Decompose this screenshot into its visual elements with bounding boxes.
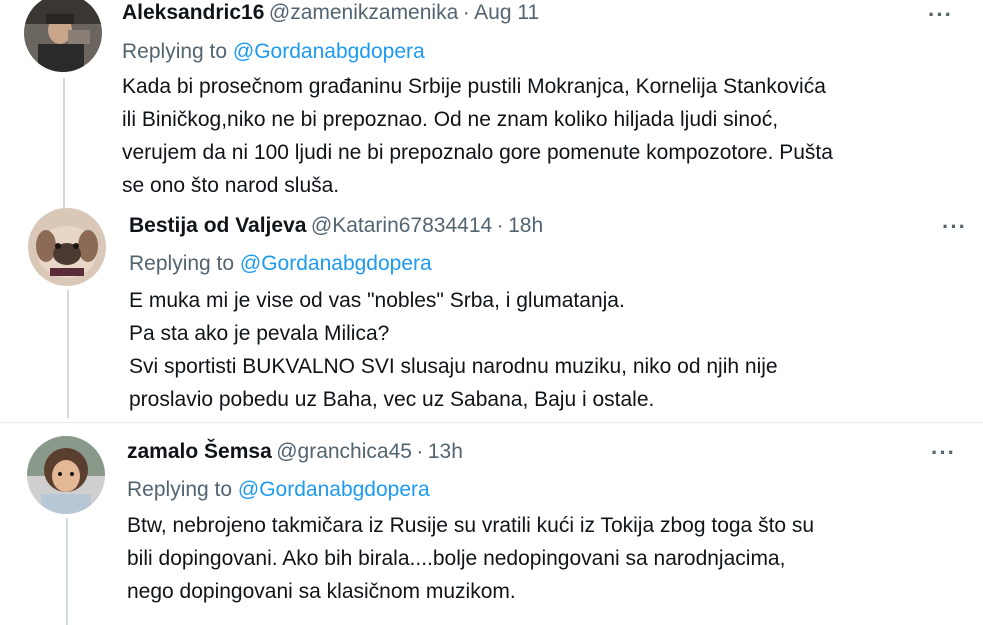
- thread-line: [66, 518, 68, 625]
- tweet-text-line: Svi sportisti BUKVALNO SVI slusaju narod…: [129, 355, 778, 378]
- separator-dot: ·: [496, 214, 504, 237]
- replying-to-label: Replying to: [127, 478, 233, 501]
- avatar[interactable]: [28, 208, 106, 286]
- replying-to: Replying to @Gordanabgdopera: [127, 478, 430, 502]
- more-options-icon[interactable]: ···: [931, 442, 956, 464]
- avatar-image: [24, 0, 102, 72]
- tweet-text: Btw, nebrojeno takmičara iz Rusije su vr…: [127, 509, 814, 608]
- timestamp[interactable]: 13h: [428, 440, 463, 463]
- tweet-text-line: ili Biničkog,niko ne bi prepoznao. Od ne…: [122, 108, 779, 131]
- tweet-text: Kada bi prosečnom građaninu Srbije pusti…: [122, 70, 833, 202]
- tweet-text-line: Btw, nebrojeno takmičara iz Rusije su vr…: [127, 514, 815, 537]
- replying-to-label: Replying to: [122, 40, 228, 63]
- avatar-image: [28, 208, 106, 286]
- tweet-header: Bestija od Valjeva @Katarin67834414 · 18…: [129, 214, 543, 238]
- replying-to: Replying to @Gordanabgdopera: [122, 40, 425, 64]
- display-name[interactable]: zamalo Šemsa: [127, 440, 272, 463]
- tweet-text-line: Kada bi prosečnom građaninu Srbije pusti…: [122, 75, 826, 98]
- separator-dot: ·: [462, 1, 470, 24]
- user-handle[interactable]: @zamenikzamenika: [269, 1, 458, 24]
- tweet-header: Aleksandric16 @zamenikzamenika · Aug 11: [122, 1, 539, 25]
- replying-to-label: Replying to: [129, 252, 235, 275]
- replying-to-mention[interactable]: @Gordanabgdopera: [240, 252, 432, 275]
- user-handle[interactable]: @Katarin67834414: [311, 214, 492, 237]
- tweet-text-line: bili dopingovani. Ako bih birala....bolj…: [127, 547, 786, 570]
- tweet-text: E muka mi je vise od vas "nobles" Srba, …: [129, 284, 778, 416]
- thread-line: [63, 78, 65, 208]
- tweet-text-line: verujem da ni 100 ljudi ne bi prepoznalo…: [122, 141, 833, 164]
- more-options-icon[interactable]: ···: [942, 216, 967, 238]
- separator-dot: ·: [416, 440, 424, 463]
- tweet-text-line: proslavio pobedu uz Baha, vec uz Sabana,…: [129, 388, 655, 411]
- divider: [0, 422, 983, 423]
- thread-line: [67, 290, 69, 418]
- tweet-text-line: se ono što narod sluša.: [122, 174, 340, 197]
- tweet-text-line: Pa sta ako je pevala Milica?: [129, 322, 390, 345]
- timestamp[interactable]: Aug 11: [474, 1, 539, 24]
- display-name[interactable]: Bestija od Valjeva: [129, 214, 306, 237]
- tweet-text-line: nego dopingovani sa klasičnom muzikom.: [127, 580, 516, 603]
- timestamp[interactable]: 18h: [508, 214, 543, 237]
- avatar[interactable]: [27, 436, 105, 514]
- user-handle[interactable]: @granchica45: [276, 440, 412, 463]
- avatar-image: [27, 436, 105, 514]
- tweet-text-line: E muka mi je vise od vas "nobles" Srba, …: [129, 289, 625, 312]
- replying-to: Replying to @Gordanabgdopera: [129, 252, 432, 276]
- replying-to-mention[interactable]: @Gordanabgdopera: [233, 40, 425, 63]
- more-options-icon[interactable]: ···: [928, 4, 953, 26]
- tweet-header: zamalo Šemsa @granchica45 · 13h: [127, 440, 463, 464]
- avatar[interactable]: [24, 0, 102, 72]
- display-name[interactable]: Aleksandric16: [122, 1, 264, 24]
- replying-to-mention[interactable]: @Gordanabgdopera: [238, 478, 430, 501]
